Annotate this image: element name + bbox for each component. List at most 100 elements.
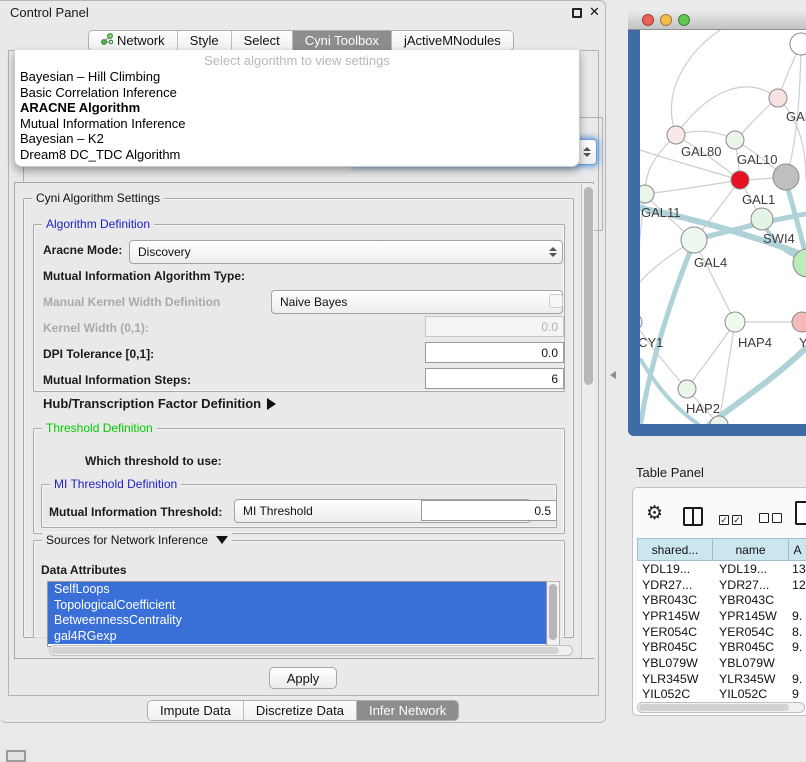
manual-kernel-width-checkbox[interactable]: [549, 294, 563, 308]
tab-style[interactable]: Style: [178, 31, 232, 50]
mi-threshold-input[interactable]: [421, 500, 557, 521]
scrollbar-thumb[interactable]: [549, 584, 557, 640]
network-node-gcy1[interactable]: [640, 314, 642, 330]
apply-button[interactable]: Apply: [269, 667, 337, 689]
dropdown-option-aracne-algorithm[interactable]: ARACNE Algorithm: [15, 100, 579, 116]
gear-icon[interactable]: ⚙: [646, 504, 663, 523]
table-row[interactable]: YBR043CYBR043C: [637, 592, 806, 608]
close-icon[interactable]: ✕: [589, 4, 600, 20]
network-node-gal[interactable]: [769, 89, 787, 107]
network-node-hap4[interactable]: [725, 312, 745, 332]
mi-algorithm-type-value: Naive Bayes: [280, 295, 347, 309]
network-node[interactable]: [773, 164, 799, 190]
network-node-hap2[interactable]: [678, 380, 696, 398]
network-window-titlebar[interactable]: [628, 10, 806, 30]
network-node-y[interactable]: [792, 312, 806, 332]
horizontal-scrollbar[interactable]: [49, 645, 573, 656]
node-label: GAL80: [681, 144, 721, 159]
table-cell: YPR145W: [637, 609, 712, 623]
new-column-icon[interactable]: [795, 501, 806, 525]
network-canvas[interactable]: GALGAL80GAL10GAL1GAL11SWI4GAL4GCY1HAP4YH…: [640, 30, 806, 424]
tab-select[interactable]: Select: [232, 31, 293, 50]
minimize-traffic-light-icon[interactable]: [660, 14, 672, 26]
float-window-icon[interactable]: [572, 8, 582, 18]
dropdown-option-bayesian-k2[interactable]: Bayesian – K2: [15, 131, 579, 147]
column-header-a[interactable]: A: [788, 538, 806, 561]
table-row[interactable]: YBR045CYBR045C9.: [637, 639, 806, 655]
tab-network[interactable]: Network: [89, 31, 178, 50]
node-label: GCY1: [640, 335, 663, 350]
mi-algorithm-type-combo[interactable]: Naive Bayes: [271, 290, 563, 314]
attribute-item-selfloops[interactable]: SelfLoops: [48, 582, 546, 598]
table-cell: YDR27...: [712, 578, 788, 592]
docked-panel-icon[interactable]: [6, 750, 26, 762]
sources-title: Sources for Network Inference: [46, 533, 208, 547]
bottom-tab-infer-network[interactable]: Infer Network: [357, 701, 458, 720]
node-label: GAL11: [641, 205, 681, 220]
aracne-mode-value: Discovery: [138, 245, 191, 259]
tab-jactivemnodules[interactable]: jActiveMNodules: [392, 31, 513, 50]
attribute-item-topologicalcoefficient[interactable]: TopologicalCoefficient: [48, 598, 546, 614]
kernel-width-input[interactable]: [425, 316, 564, 337]
bottom-tab-discretize-data[interactable]: Discretize Data: [244, 701, 357, 720]
table-horizontal-scrollbar[interactable]: [637, 702, 805, 713]
table-cell: YBL079W: [712, 656, 788, 670]
table-row[interactable]: YIL052CYIL052C9: [637, 687, 806, 703]
network-node-gal11[interactable]: [640, 185, 654, 203]
dropdown-option-bayesian-hill-climbing[interactable]: Bayesian – Hill Climbing: [15, 69, 579, 85]
table-cell: 12: [788, 578, 806, 592]
table-row[interactable]: YPR145WYPR145W9.: [637, 608, 806, 624]
unselect-all-columns-icon[interactable]: [759, 510, 785, 528]
which-threshold-label: Which threshold to use:: [85, 454, 222, 468]
tab-label: Infer Network: [369, 703, 446, 718]
dropdown-option-dream8-dc-tdc-algorithm[interactable]: Dream8 DC_TDC Algorithm: [15, 147, 579, 163]
panel-resize-handle-icon[interactable]: [610, 371, 616, 379]
zoom-traffic-light-icon[interactable]: [678, 14, 690, 26]
table-row[interactable]: YDR27...YDR27...12: [637, 577, 806, 593]
sources-title-row: Sources for Network Inference: [42, 533, 232, 547]
table-row[interactable]: YBL079WYBL079W: [637, 655, 806, 671]
node-label: GAL: [786, 109, 806, 124]
close-traffic-light-icon[interactable]: [642, 14, 654, 26]
scrollbar-thumb[interactable]: [51, 647, 559, 654]
expanded-arrow-icon[interactable]: [216, 536, 228, 544]
network-node[interactable]: [790, 33, 806, 55]
collapsed-arrow-icon[interactable]: [267, 398, 276, 410]
table-row[interactable]: YLR345WYLR345W9.: [637, 671, 806, 687]
aracne-mode-combo[interactable]: Discovery: [129, 240, 563, 264]
network-node-gal80[interactable]: [667, 126, 685, 144]
table-cell: YBR043C: [637, 593, 712, 607]
kernel-width-label: Kernel Width (0,1):: [43, 321, 149, 335]
tab-label: Style: [190, 33, 219, 48]
scrollbar-thumb[interactable]: [639, 704, 789, 711]
table-cell: 9.: [788, 672, 806, 686]
dpi-tolerance-input[interactable]: [425, 342, 564, 363]
table-row[interactable]: YDL19...YDL19...13: [637, 561, 806, 577]
dropdown-option-basic-correlation-inference[interactable]: Basic Correlation Inference: [15, 85, 579, 101]
hub-definition-toggle[interactable]: Hub/Transcription Factor Definition: [43, 396, 276, 411]
scrollbar-thumb[interactable]: [584, 187, 593, 385]
network-node-gal4[interactable]: [681, 227, 707, 253]
dropdown-option-mutual-information-inference[interactable]: Mutual Information Inference: [15, 116, 579, 132]
column-header-name[interactable]: name: [712, 538, 788, 561]
data-attributes-list[interactable]: SelfLoopsTopologicalCoefficientBetweenne…: [47, 581, 547, 647]
split-view-icon[interactable]: [683, 507, 703, 526]
tab-cyni-toolbox[interactable]: Cyni Toolbox: [293, 31, 392, 50]
network-node-gal1[interactable]: [731, 171, 749, 189]
mi-threshold-label: Mutual Information Threshold:: [49, 505, 222, 519]
column-header-shared[interactable]: shared...: [637, 538, 712, 561]
table-row[interactable]: YER054CYER054C8.: [637, 624, 806, 640]
bottom-tab-impute-data[interactable]: Impute Data: [148, 701, 244, 720]
network-graph: GALGAL80GAL10GAL1GAL11SWI4GAL4GCY1HAP4YH…: [640, 30, 806, 424]
node-label: HAP4: [738, 335, 772, 350]
attribute-item-betweennesscentrality[interactable]: BetweennessCentrality: [48, 613, 546, 629]
network-node-gal10[interactable]: [726, 131, 744, 149]
network-node-swi4[interactable]: [751, 208, 773, 230]
table-panel: ⚙ ✓✓ shared...nameA YDL19...YDL19...13YD…: [632, 487, 806, 716]
mi-steps-input[interactable]: [425, 368, 564, 389]
select-all-columns-icon[interactable]: ✓✓: [719, 510, 745, 528]
attributes-scrollbar[interactable]: [548, 581, 560, 647]
table-cell: YBR045C: [637, 640, 712, 654]
attribute-item-gal4rgexp[interactable]: gal4RGexp: [48, 629, 546, 645]
vertical-scrollbar[interactable]: [581, 184, 594, 658]
